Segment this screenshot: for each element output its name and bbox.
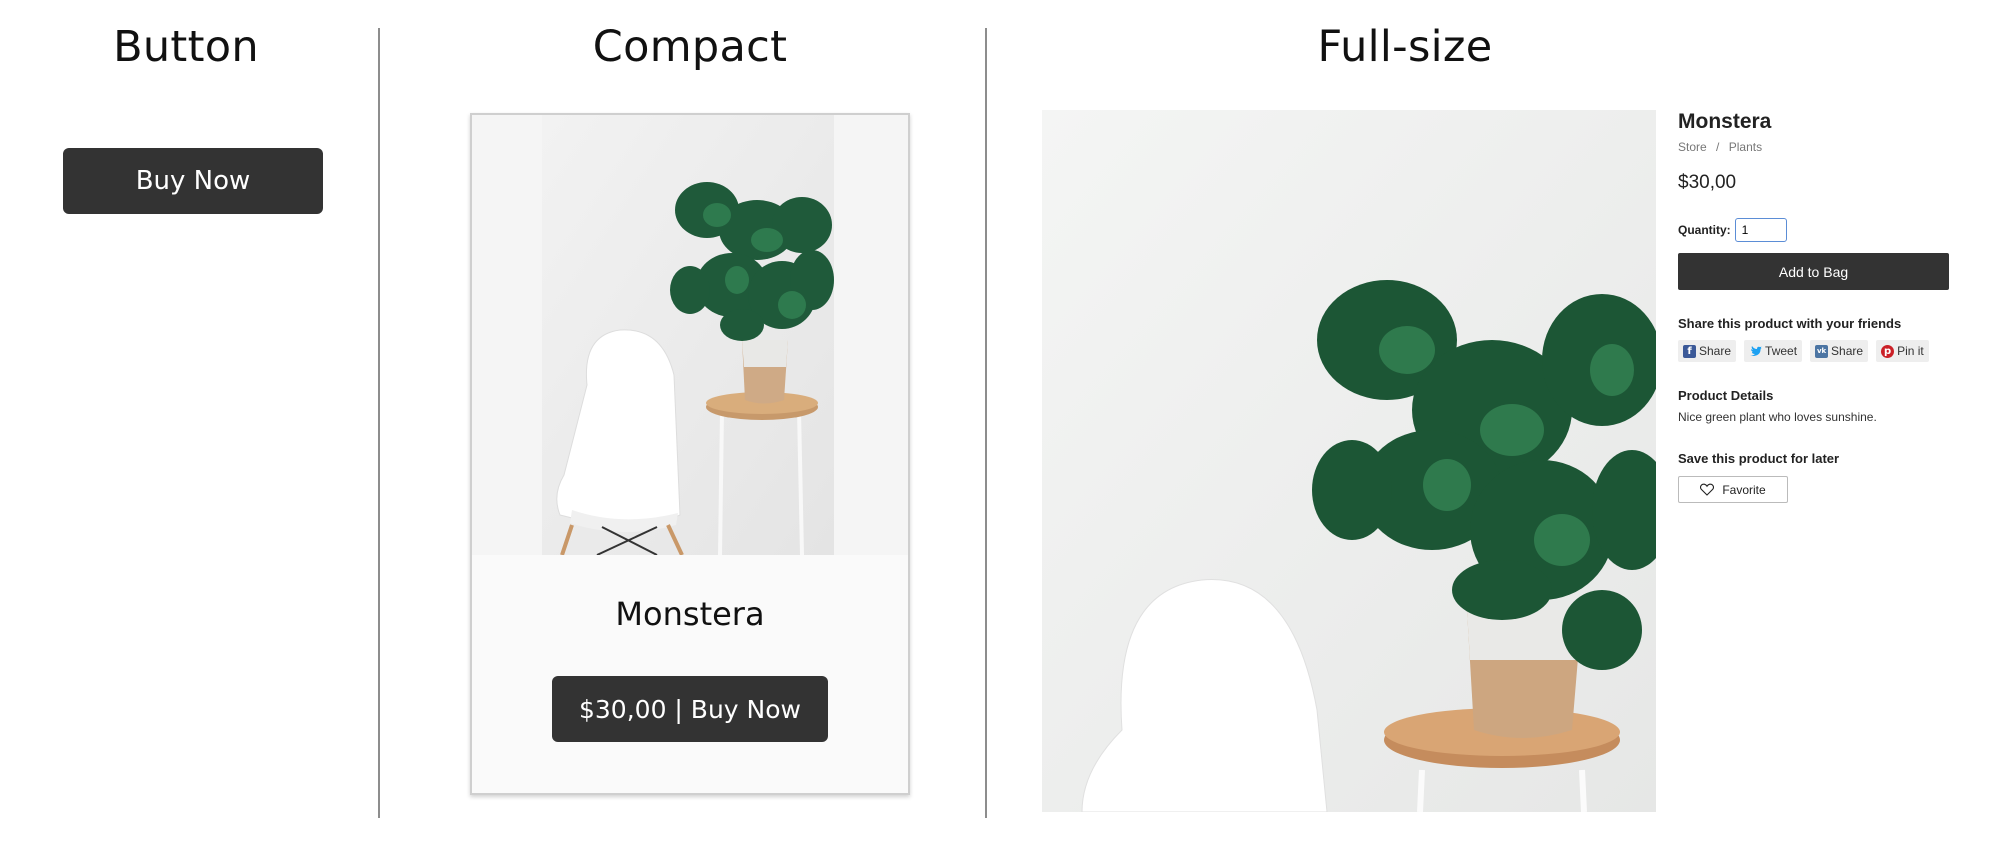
- facebook-share-label: Share: [1699, 344, 1732, 358]
- column-title-full: Full-size: [1317, 22, 1493, 72]
- plant-photo-large: [1042, 110, 1656, 812]
- column-divider-2: [985, 28, 987, 818]
- plant-photo: [542, 115, 834, 555]
- compact-product-name: Monstera: [615, 595, 765, 633]
- vk-share-button[interactable]: vk Share: [1810, 340, 1869, 362]
- favorite-label: Favorite: [1722, 482, 1766, 497]
- column-title-compact: Compact: [592, 22, 788, 72]
- quantity-row: Quantity:: [1678, 218, 1787, 242]
- quantity-label: Quantity:: [1678, 223, 1731, 237]
- pinterest-icon: p: [1881, 344, 1895, 358]
- compact-buy-now-button[interactable]: $30,00 | Buy Now: [552, 676, 828, 742]
- breadcrumb-separator: /: [1716, 140, 1720, 154]
- breadcrumb-plants[interactable]: Plants: [1729, 140, 1762, 154]
- save-heading: Save this product for later: [1678, 451, 1840, 466]
- add-to-bag-button[interactable]: Add to Bag: [1678, 253, 1949, 290]
- facebook-icon: f: [1683, 344, 1696, 358]
- compact-product-card: Monstera $30,00 | Buy Now: [470, 113, 910, 795]
- details-heading: Product Details: [1678, 388, 1774, 403]
- column-divider-1: [378, 28, 380, 818]
- full-product-image: [1042, 110, 1656, 812]
- share-heading: Share this product with your friends: [1678, 316, 1902, 331]
- quantity-input[interactable]: [1734, 218, 1787, 242]
- vk-share-label: Share: [1831, 344, 1864, 358]
- facebook-share-button[interactable]: f Share: [1678, 340, 1737, 362]
- buy-now-button[interactable]: Buy Now: [63, 148, 323, 214]
- twitter-tweet-button[interactable]: Tweet: [1744, 340, 1803, 362]
- favorite-button[interactable]: Favorite: [1678, 476, 1788, 503]
- compact-product-image: [542, 115, 834, 555]
- heart-icon: [1700, 483, 1715, 496]
- twitter-tweet-label: Tweet: [1765, 344, 1798, 358]
- column-title-button: Button: [113, 22, 259, 72]
- product-title: Monstera: [1678, 110, 1772, 133]
- vk-icon: vk: [1815, 344, 1829, 358]
- pinterest-pin-button[interactable]: p Pin it: [1876, 340, 1929, 362]
- pinterest-pin-label: Pin it: [1897, 344, 1924, 358]
- details-text: Nice green plant who loves sunshine.: [1678, 410, 1877, 424]
- product-price: $30,00: [1678, 172, 1737, 193]
- twitter-icon: [1749, 345, 1762, 358]
- breadcrumb: Store / Plants: [1678, 140, 1768, 154]
- share-buttons: f Share Tweet vk Share p Pin it: [1678, 340, 1929, 362]
- breadcrumb-store[interactable]: Store: [1678, 140, 1707, 154]
